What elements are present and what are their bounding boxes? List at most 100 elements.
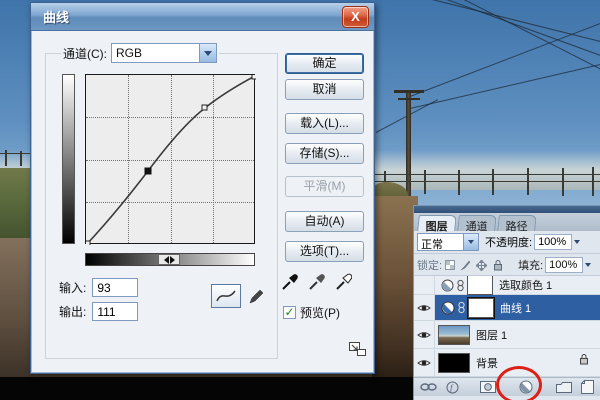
mask-link-icon[interactable] xyxy=(457,301,466,314)
layer-thumbnail[interactable] xyxy=(438,325,470,345)
telephone-pole xyxy=(406,92,411,198)
panel-titlebar[interactable] xyxy=(414,206,600,213)
channel-value: RGB xyxy=(112,44,199,62)
cancel-button[interactable]: 取消 xyxy=(285,79,364,100)
lock-all-icon[interactable] xyxy=(492,259,504,271)
eye-icon xyxy=(417,330,431,340)
grid-size-toggle-icon[interactable] xyxy=(348,339,368,358)
link-layers-icon[interactable] xyxy=(420,382,437,392)
pole-crossarm xyxy=(398,98,420,100)
output-gradient-bar xyxy=(62,74,75,244)
fence-post xyxy=(527,168,529,195)
lock-transparency-icon[interactable] xyxy=(445,260,455,270)
layer-row-selective-color[interactable]: 选取颜色 1 xyxy=(414,276,600,295)
curve-tool-icon[interactable] xyxy=(211,284,241,308)
svg-text:f: f xyxy=(450,383,454,393)
curve-endpoint[interactable] xyxy=(252,75,256,79)
road xyxy=(372,196,418,378)
layer-row-layer1[interactable]: 图层 1 xyxy=(414,321,600,349)
eyedropper-white-icon[interactable] xyxy=(335,271,352,291)
lock-position-icon[interactable] xyxy=(476,260,487,271)
channel-dropdown[interactable]: RGB xyxy=(111,43,217,63)
eyedropper-gray-icon[interactable] xyxy=(308,271,325,291)
fence-post xyxy=(562,168,564,196)
ok-button[interactable]: 确定 xyxy=(285,53,364,74)
new-group-icon[interactable] xyxy=(556,381,572,393)
visibility-toggle[interactable] xyxy=(414,321,435,348)
options-button[interactable]: 选项(T)... xyxy=(285,241,364,262)
blend-mode-dropdown[interactable]: 正常 xyxy=(417,233,479,251)
new-adjustment-layer-icon[interactable] xyxy=(519,380,533,394)
smooth-button: 平滑(M) xyxy=(285,176,364,197)
layer-row-background[interactable]: 背景 xyxy=(414,349,600,377)
panel-tabs: 图层 通道 路径 xyxy=(414,213,600,231)
blend-mode-value: 正常 xyxy=(418,234,463,250)
layers-panel: 图层 通道 路径 正常 不透明度: 100% 锁定: 填充: 100% xyxy=(413,205,600,400)
input-value-field[interactable] xyxy=(92,278,138,297)
pencil-tool-icon[interactable] xyxy=(245,284,267,308)
eye-icon xyxy=(417,303,431,313)
layer-name[interactable]: 选取颜色 1 xyxy=(499,277,552,293)
layer-name[interactable]: 背景 xyxy=(476,355,498,371)
fence-post xyxy=(492,169,494,195)
fill-arrow-icon[interactable] xyxy=(583,257,592,273)
dialog-title: 曲线 xyxy=(31,7,69,26)
opacity-field[interactable]: 100% xyxy=(534,234,572,250)
eyedropper-black-icon[interactable] xyxy=(281,271,298,291)
layer-mask-thumbnail[interactable] xyxy=(467,276,493,295)
fence-post xyxy=(592,167,594,196)
lock-label: 锁定: xyxy=(417,257,442,273)
lock-badge-icon xyxy=(578,353,590,365)
mask-link-icon[interactable] xyxy=(456,279,465,292)
panel-bottom-toolbar: f xyxy=(414,377,600,396)
adjustment-layer-icon xyxy=(441,301,455,315)
layer-mask-thumbnail[interactable] xyxy=(468,298,494,318)
fill-label: 填充: xyxy=(518,257,543,273)
tab-paths[interactable]: 路径 xyxy=(497,215,537,231)
fence-post xyxy=(5,150,7,166)
pole-crossarm xyxy=(394,90,424,93)
curves-dialog: 曲线 X 通道(C): RGB 输入: 输出: xyxy=(30,2,375,374)
chevron-down-icon[interactable] xyxy=(463,234,478,250)
curve-point[interactable] xyxy=(202,105,207,110)
curve-plot[interactable] xyxy=(86,75,256,245)
new-layer-icon[interactable] xyxy=(581,380,594,394)
layer-name[interactable]: 曲线 1 xyxy=(500,300,531,316)
fence-wire xyxy=(372,174,600,175)
curve-grid[interactable] xyxy=(85,74,255,244)
chevron-down-icon[interactable] xyxy=(199,44,216,62)
road xyxy=(0,238,34,378)
tab-layers[interactable]: 图层 xyxy=(417,215,457,231)
lock-pixels-icon[interactable] xyxy=(460,260,471,271)
layer-style-icon[interactable]: f xyxy=(446,381,459,394)
curve-point-selected[interactable] xyxy=(145,168,151,174)
save-button[interactable]: 存储(S)... xyxy=(285,143,364,164)
adjustment-layer-icon xyxy=(441,279,454,292)
visibility-toggle[interactable] xyxy=(414,295,435,320)
dialog-titlebar[interactable]: 曲线 X xyxy=(31,3,374,31)
auto-button[interactable]: 自动(A) xyxy=(285,211,364,232)
opacity-arrow-icon[interactable] xyxy=(572,234,581,250)
add-mask-icon[interactable] xyxy=(480,381,496,393)
output-label: 输出: xyxy=(59,303,86,320)
output-value-field[interactable] xyxy=(92,302,138,321)
visibility-toggle[interactable] xyxy=(414,349,435,376)
input-gradient-bar xyxy=(85,253,255,266)
visibility-toggle[interactable] xyxy=(414,276,435,294)
layer-row-curves[interactable]: 曲线 1 xyxy=(414,295,600,321)
curve-endpoint[interactable] xyxy=(86,241,90,245)
eye-icon xyxy=(417,358,431,368)
opacity-label: 不透明度: xyxy=(485,234,532,250)
close-icon[interactable]: X xyxy=(342,6,369,28)
preview-checkbox[interactable]: ✓ xyxy=(283,306,296,319)
load-button[interactable]: 载入(L)... xyxy=(285,113,364,134)
gradient-midtone-handle[interactable] xyxy=(158,254,180,265)
channel-label: 通道(C): xyxy=(63,45,107,62)
fill-field[interactable]: 100% xyxy=(545,257,583,273)
layer-list: 选取颜色 1 曲线 1 图层 1 xyxy=(414,276,600,377)
layer-name[interactable]: 图层 1 xyxy=(476,327,507,343)
layer-thumbnail[interactable] xyxy=(438,353,470,373)
tab-channels[interactable]: 通道 xyxy=(457,215,497,231)
fence-wire xyxy=(372,181,600,182)
fence-post xyxy=(458,170,460,195)
